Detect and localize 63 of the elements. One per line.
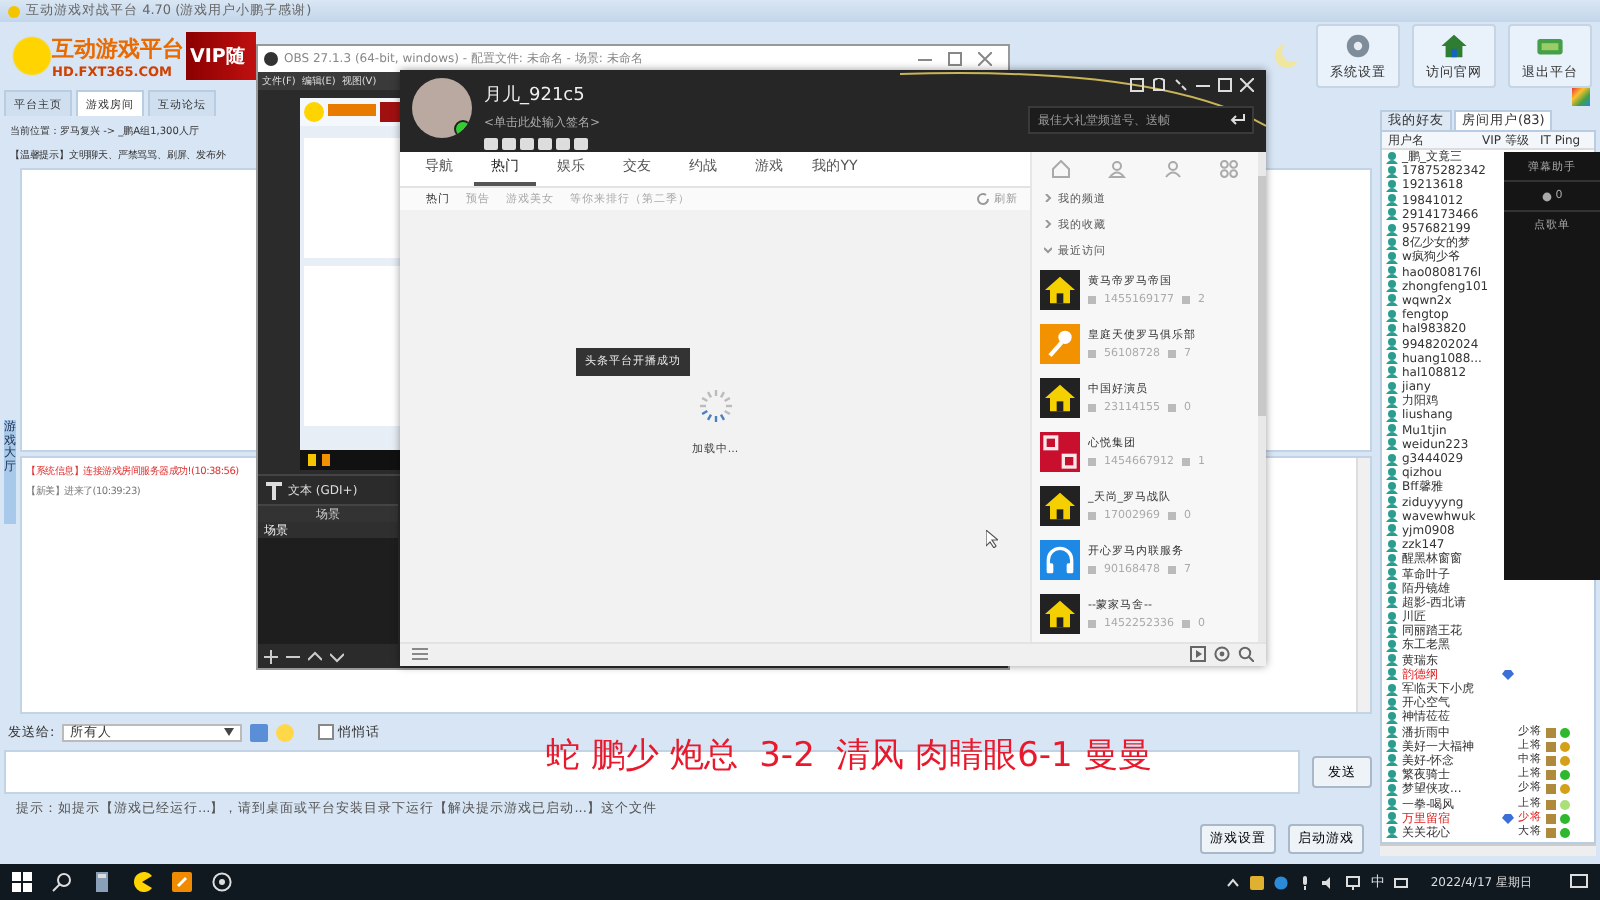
avatar[interactable] xyxy=(412,78,472,138)
member-icon xyxy=(1168,512,1176,521)
diamond-icon xyxy=(1502,813,1514,824)
id-icon xyxy=(1088,296,1096,305)
chevron-icon xyxy=(1044,220,1052,229)
user-name: 月儿_921c5 xyxy=(484,83,587,108)
diamond-icon xyxy=(1502,669,1514,680)
enter-icon[interactable] xyxy=(1230,114,1246,126)
gear-icon xyxy=(1344,31,1372,59)
menu-icon[interactable] xyxy=(412,646,428,663)
text-source-icon xyxy=(266,481,282,499)
chevron-icon xyxy=(1044,194,1052,203)
app-icon xyxy=(8,5,20,17)
notification-icon[interactable] xyxy=(1570,873,1588,891)
id-icon xyxy=(1088,350,1096,359)
cursor-icon xyxy=(986,529,998,548)
id-icon xyxy=(1088,458,1096,467)
tray-app-icon[interactable] xyxy=(1250,875,1265,889)
refresh-icon xyxy=(976,191,990,206)
font-icon[interactable] xyxy=(250,723,269,741)
windows-icon[interactable] xyxy=(12,872,32,892)
edge-icon[interactable] xyxy=(1274,875,1289,889)
member-icon xyxy=(1168,404,1176,413)
pacman-icon[interactable] xyxy=(132,872,152,892)
seal-icon xyxy=(1040,432,1080,473)
scrollbar[interactable] xyxy=(1356,458,1370,712)
calculator-icon[interactable] xyxy=(92,872,112,892)
headphones-icon xyxy=(1040,540,1080,581)
member-icon xyxy=(1182,620,1190,629)
house-icon xyxy=(1040,270,1080,311)
house-icon xyxy=(1040,594,1080,635)
id-icon xyxy=(1088,512,1096,521)
video-icon[interactable] xyxy=(1190,646,1206,663)
obs-icon[interactable] xyxy=(212,872,232,892)
caption-text: 蛇 鹏少 炮总 3-2 清风 肉睛眼6-1 曼曼 xyxy=(546,734,1152,778)
chevron-icon[interactable] xyxy=(1226,875,1241,889)
add-icon[interactable] xyxy=(264,649,278,663)
member-icon xyxy=(1182,458,1190,467)
network-icon[interactable] xyxy=(1346,875,1361,889)
scrollbar[interactable] xyxy=(1380,844,1596,856)
mic-icon xyxy=(1040,324,1080,365)
caret-icon xyxy=(224,728,235,736)
app-icon xyxy=(264,52,278,66)
member-icon xyxy=(1182,296,1190,305)
scrollbar[interactable] xyxy=(1258,151,1266,642)
member-icon xyxy=(1168,566,1176,575)
down-icon[interactable] xyxy=(330,649,344,663)
app-icon[interactable] xyxy=(172,872,192,892)
microphone-icon[interactable] xyxy=(1298,875,1313,889)
id-icon xyxy=(1088,404,1096,413)
up-icon[interactable] xyxy=(308,649,322,663)
member-icon xyxy=(1168,350,1176,359)
search-icon[interactable] xyxy=(52,872,72,892)
keyboard-icon[interactable] xyxy=(1394,875,1409,889)
spinner-icon xyxy=(695,385,735,426)
house-icon xyxy=(1040,486,1080,527)
id-icon xyxy=(1088,566,1096,575)
banner[interactable]: VIP随 xyxy=(186,32,256,80)
id-icon xyxy=(1088,620,1096,629)
gear-icon[interactable] xyxy=(1214,646,1230,663)
house-icon xyxy=(1040,378,1080,419)
house-icon xyxy=(1440,31,1468,59)
chevron-icon xyxy=(1044,246,1052,255)
